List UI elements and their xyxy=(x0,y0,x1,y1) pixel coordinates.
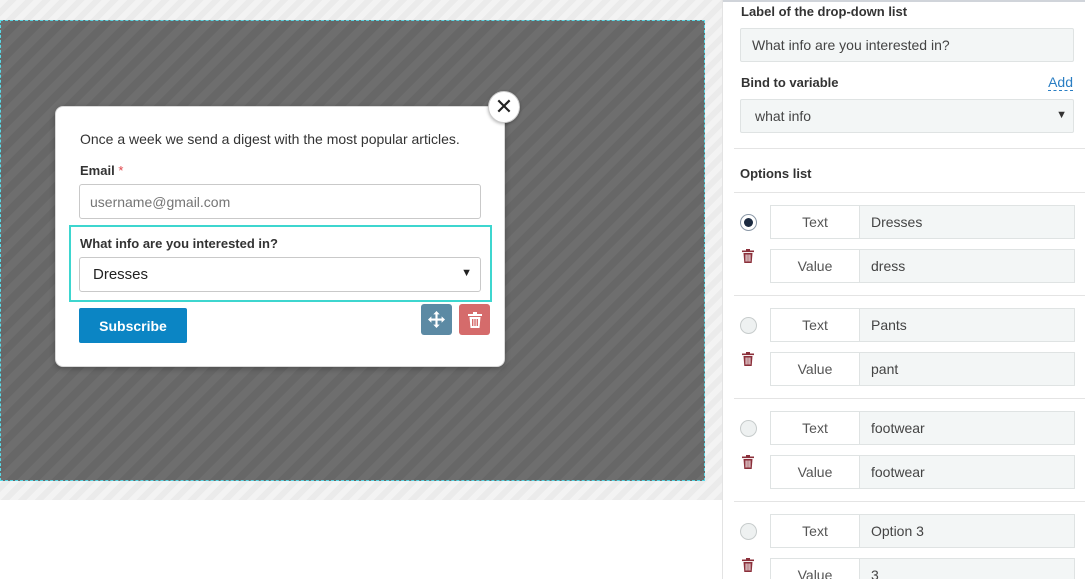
option-default-radio[interactable] xyxy=(740,317,757,334)
option-default-radio[interactable] xyxy=(740,523,757,540)
option-value-input[interactable]: footwear xyxy=(860,455,1075,489)
dropdown-label-title: Label of the drop-down list xyxy=(741,4,908,19)
option-value-label: Value xyxy=(770,455,860,489)
interest-dropdown[interactable]: Dresses ▼ xyxy=(79,257,481,292)
option-text-input[interactable]: Pants xyxy=(860,308,1075,342)
popup-intro-text: Once a week we send a digest with the mo… xyxy=(80,131,460,147)
option-default-radio[interactable] xyxy=(740,420,757,437)
option-text-label: Text xyxy=(770,308,860,342)
option-row: Text Dresses Value dress xyxy=(723,193,1085,296)
trash-icon[interactable] xyxy=(742,455,754,469)
divider xyxy=(734,148,1085,149)
options-list-title: Options list xyxy=(740,166,812,181)
option-text-label: Text xyxy=(770,514,860,548)
add-variable-link[interactable]: Add xyxy=(1048,75,1073,91)
trash-icon[interactable] xyxy=(742,558,754,572)
required-mark: * xyxy=(118,163,124,178)
dropdown-label: What info are you interested in? xyxy=(80,236,278,251)
trash-icon[interactable] xyxy=(742,249,754,263)
settings-panel: Label of the drop-down list What info ar… xyxy=(722,0,1085,579)
option-value-label: Value xyxy=(770,558,860,579)
option-text-label: Text xyxy=(770,205,860,239)
panel-top-border xyxy=(723,0,1085,2)
option-default-radio[interactable] xyxy=(740,214,757,231)
email-field[interactable] xyxy=(79,184,481,219)
option-value-input[interactable]: dress xyxy=(860,249,1075,283)
option-value-label: Value xyxy=(770,249,860,283)
email-label-text: Email xyxy=(80,163,115,178)
bind-variable-value: what info xyxy=(755,108,812,124)
option-text-input[interactable]: Dresses xyxy=(860,205,1075,239)
editor-canvas: Once a week we send a digest with the mo… xyxy=(0,0,722,500)
dropdown-selected-value: Dresses xyxy=(93,266,149,283)
option-row: Text Pants Value pant xyxy=(723,296,1085,399)
subscribe-button[interactable]: Subscribe xyxy=(79,308,187,343)
option-text-input[interactable]: Option 3 xyxy=(860,514,1075,548)
move-icon xyxy=(428,311,445,328)
selected-dropdown-block[interactable]: What info are you interested in? Dresses… xyxy=(69,225,492,302)
move-block-button[interactable] xyxy=(421,304,452,335)
chevron-down-icon: ▼ xyxy=(461,267,472,279)
bind-variable-title: Bind to variable xyxy=(741,75,839,90)
delete-block-button[interactable] xyxy=(459,304,490,335)
option-text-input[interactable]: footwear xyxy=(860,411,1075,445)
option-text-label: Text xyxy=(770,411,860,445)
bind-variable-select[interactable]: what info ▼ xyxy=(740,99,1074,133)
option-value-input[interactable]: pant xyxy=(860,352,1075,386)
option-value-input[interactable]: 3 xyxy=(860,558,1075,579)
close-icon: ✕ xyxy=(494,94,514,119)
chevron-down-icon: ▼ xyxy=(1056,109,1067,121)
subscription-popup: Once a week we send a digest with the mo… xyxy=(55,106,505,367)
popup-close-button[interactable]: ✕ xyxy=(488,91,520,123)
email-field-label: Email * xyxy=(80,163,123,178)
option-row: Text Option 3 Value 3 xyxy=(723,502,1085,579)
trash-icon[interactable] xyxy=(742,352,754,366)
option-value-label: Value xyxy=(770,352,860,386)
option-row: Text footwear Value footwear xyxy=(723,399,1085,502)
dropdown-label-input[interactable]: What info are you interested in? xyxy=(740,28,1074,62)
trash-icon xyxy=(467,311,482,328)
